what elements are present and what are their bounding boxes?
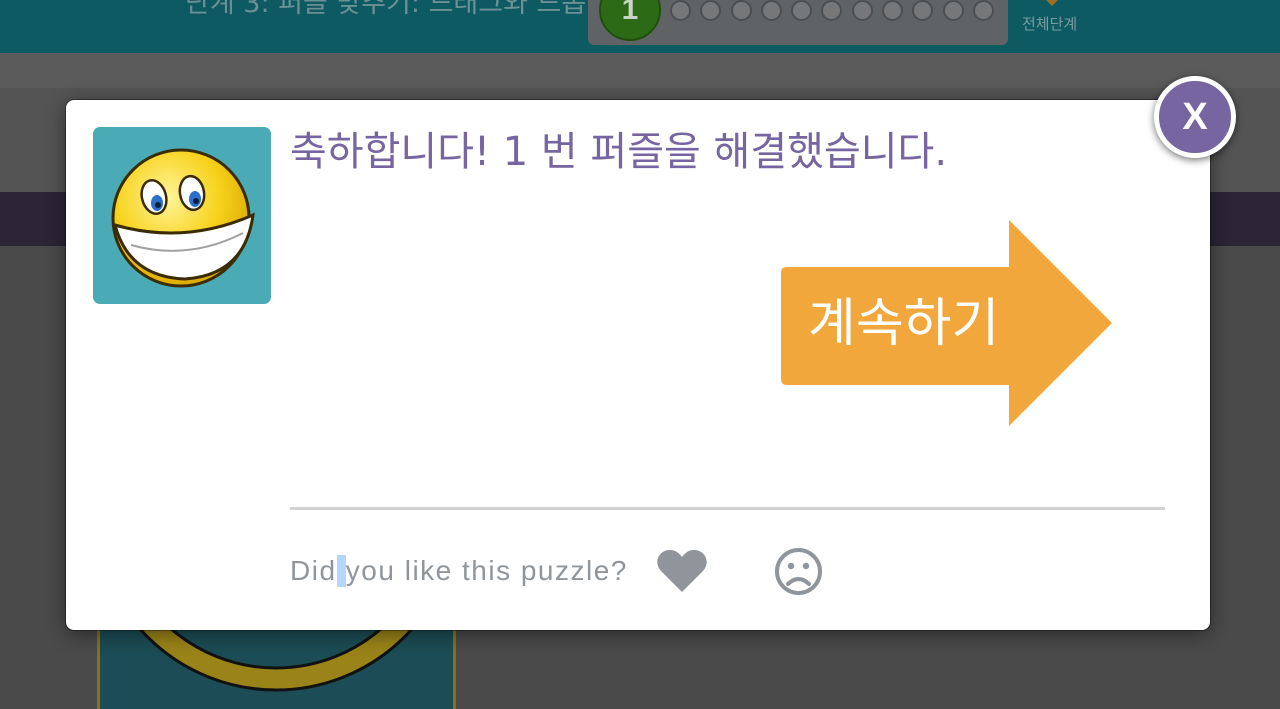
all-stages-link[interactable]: 전체단계 [1022, 15, 1077, 33]
ring-image-icon [138, 630, 414, 692]
header-bar: 단계 3: 퍼즐 맞추기: 드래그와 드롭 1 전체단계 [0, 0, 1280, 53]
continue-button-label: 계속하기 [808, 294, 1000, 354]
instructions-bar [0, 53, 1280, 88]
level-bubble[interactable] [760, 0, 782, 21]
page-background: 단계 3: 퍼즐 맞추기: 드래그와 드롭 1 전체단계 축하합니다! 1 번 … [0, 0, 1280, 709]
like-button[interactable] [656, 549, 708, 593]
level-bubble[interactable] [700, 0, 722, 21]
dislike-button[interactable] [774, 547, 823, 596]
level-bubble[interactable] [821, 0, 843, 21]
heart-icon [657, 550, 707, 592]
upcoming-level-bubbles [670, 0, 994, 21]
level-bubble[interactable] [972, 0, 994, 21]
level-progress: 1 [588, 0, 1008, 45]
puzzle-complete-dialog: 축하합니다! 1 번 퍼즐을 해결했습니다. X 계속하기 Did you li… [66, 76, 1236, 630]
close-button[interactable]: X [1154, 76, 1236, 158]
level-bubble[interactable] [730, 0, 752, 21]
feedback-question: Did you like this puzzle? [290, 555, 628, 586]
dialog-heading: 축하합니다! 1 번 퍼즐을 해결했습니다. [290, 129, 948, 175]
level-bubble[interactable] [942, 0, 964, 21]
puzzle-preview-image [97, 630, 456, 709]
level-bubble[interactable] [791, 0, 813, 21]
level-bubble[interactable] [912, 0, 934, 21]
caret-down-icon [1046, 0, 1058, 6]
level-bubble[interactable] [670, 0, 691, 21]
stage-title-link[interactable]: 단계 3: 퍼즐 맞추기: 드래그와 드롭 [185, 0, 586, 20]
divider [290, 507, 1165, 510]
current-level-bubble[interactable]: 1 [599, 0, 661, 41]
avatar [93, 127, 271, 304]
level-bubble[interactable] [882, 0, 904, 21]
continue-button[interactable]: 계속하기 [781, 220, 1112, 426]
level-bubble[interactable] [851, 0, 873, 21]
smiley-face-icon [111, 148, 255, 288]
frown-icon [775, 548, 822, 595]
